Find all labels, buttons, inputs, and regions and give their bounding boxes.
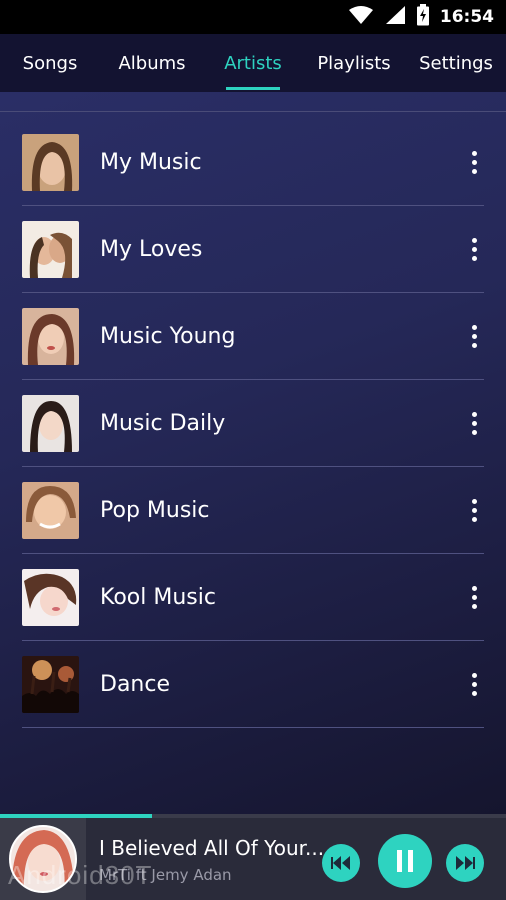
artist-row[interactable]: Dance	[22, 641, 484, 728]
more-options-icon[interactable]	[464, 403, 484, 443]
mini-player[interactable]: I Believed All Of Your... MrTi ft Jemy A…	[0, 814, 506, 900]
artist-list: My Music My Loves Music Young Music Dail…	[22, 119, 484, 728]
tab-label: Albums	[118, 52, 186, 74]
artist-thumbnail	[22, 568, 79, 626]
more-options-icon[interactable]	[464, 316, 484, 356]
tab-albums[interactable]: Albums	[100, 34, 204, 92]
battery-charging-icon	[416, 4, 430, 30]
pause-button[interactable]	[378, 834, 432, 888]
tab-playlists[interactable]: Playlists	[302, 34, 406, 92]
next-button[interactable]	[446, 844, 484, 882]
artist-thumbnail	[22, 394, 79, 452]
now-playing-artwork[interactable]	[0, 818, 86, 900]
now-playing-artist: MrTi ft Jemy Adan	[99, 866, 232, 884]
artist-thumbnail	[22, 307, 79, 365]
status-time: 16:54	[439, 7, 494, 27]
wifi-icon	[348, 5, 374, 29]
tab-songs[interactable]: Songs	[0, 34, 100, 92]
artist-thumbnail	[22, 481, 79, 539]
more-options-icon[interactable]	[464, 229, 484, 269]
artist-name: My Loves	[100, 236, 203, 262]
more-options-icon[interactable]	[464, 664, 484, 704]
artist-name: My Music	[100, 149, 202, 175]
tab-indicator	[226, 87, 280, 90]
artist-name: Pop Music	[100, 497, 210, 523]
divider	[0, 111, 506, 112]
artist-row[interactable]: Music Daily	[22, 380, 484, 467]
tab-label: Songs	[22, 52, 78, 74]
more-options-icon[interactable]	[464, 490, 484, 530]
pause-icon	[397, 850, 413, 872]
artist-row[interactable]: Pop Music	[22, 467, 484, 554]
artist-name: Kool Music	[100, 584, 216, 610]
artist-row[interactable]: My Loves	[22, 206, 484, 293]
artist-name: Music Young	[100, 323, 236, 349]
status-bar: 16:54	[0, 0, 506, 34]
tab-bar: Songs Albums Artists Playlists Settings	[0, 34, 506, 92]
tab-label: Playlists	[317, 52, 391, 74]
tab-artists[interactable]: Artists	[204, 34, 302, 92]
artist-row[interactable]: Music Young	[22, 293, 484, 380]
skip-next-icon	[456, 856, 475, 870]
tab-label: Settings	[419, 52, 493, 74]
more-options-icon[interactable]	[464, 577, 484, 617]
previous-button[interactable]	[322, 844, 360, 882]
tab-settings[interactable]: Settings	[406, 34, 506, 92]
artist-thumbnail	[22, 133, 79, 191]
now-playing-title[interactable]: I Believed All Of Your...	[99, 836, 324, 860]
artists-panel: My Music My Loves Music Young Music Dail…	[0, 92, 506, 814]
cell-signal-icon	[384, 5, 406, 29]
artist-name: Dance	[100, 671, 170, 697]
artist-thumbnail	[22, 655, 79, 713]
artist-thumbnail	[22, 220, 79, 278]
tab-label: Artists	[224, 52, 282, 74]
artist-row[interactable]: My Music	[22, 119, 484, 206]
more-options-icon[interactable]	[464, 142, 484, 182]
artist-name: Music Daily	[100, 410, 226, 436]
skip-previous-icon	[331, 856, 350, 870]
artist-row[interactable]: Kool Music	[22, 554, 484, 641]
